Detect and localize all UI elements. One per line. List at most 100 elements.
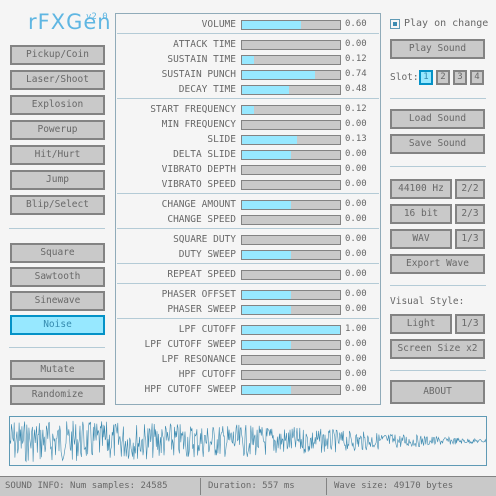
bit-depth-button[interactable]: 16 bit: [390, 204, 452, 224]
param-sustain-punch-row: SUSTAIN PUNCH 0.74: [116, 68, 380, 83]
param-value: 0.12: [345, 54, 367, 64]
generator-explosion-button[interactable]: Explosion: [10, 95, 105, 115]
sample-rate-toggle[interactable]: 2/2: [455, 179, 485, 199]
play-sound-button[interactable]: Play Sound: [390, 39, 485, 59]
export-wave-button[interactable]: Export Wave: [390, 254, 485, 274]
param-lpf-resonance-slider[interactable]: [241, 355, 341, 365]
param-vibrato-depth-slider[interactable]: [241, 165, 341, 175]
waveform-plot: [9, 420, 487, 463]
param-value: 0.00: [345, 214, 367, 224]
style-button[interactable]: Light: [390, 314, 452, 334]
param-phaser-sweep-row: PHASER SWEEP 0.00: [116, 303, 380, 318]
slot-1-button[interactable]: 1: [419, 70, 433, 85]
mutate-button[interactable]: Mutate: [10, 360, 105, 380]
format-button[interactable]: WAV: [390, 229, 452, 249]
param-change-speed-slider[interactable]: [241, 215, 341, 225]
param-value: 0.00: [345, 339, 367, 349]
param-hpf-cutoff-slider[interactable]: [241, 370, 341, 380]
screen-size-button[interactable]: Screen Size x2: [390, 339, 485, 359]
slider-fill: [242, 21, 301, 29]
generator-laser-shoot-button[interactable]: Laser/Shoot: [10, 70, 105, 90]
param-label: LPF CUTOFF: [178, 324, 236, 335]
slider-fill: [242, 106, 254, 114]
param-value: 0.00: [345, 249, 367, 259]
slider-fill: [242, 306, 291, 314]
slot-4-button[interactable]: 4: [470, 70, 484, 85]
param-min-frequency-slider[interactable]: [241, 120, 341, 130]
slider-fill: [242, 326, 340, 334]
load-sound-button[interactable]: Load Sound: [390, 109, 485, 129]
param-duty-sweep-slider[interactable]: [241, 250, 341, 260]
param-vibrato-speed-slider[interactable]: [241, 180, 341, 190]
param-label: SUSTAIN PUNCH: [161, 69, 236, 80]
param-value: 0.12: [345, 104, 367, 114]
param-slide-slider[interactable]: [241, 135, 341, 145]
param-label: MIN FREQUENCY: [161, 119, 236, 130]
param-min-frequency-row: MIN FREQUENCY 0.00: [116, 118, 380, 133]
param-lpf-resonance-row: LPF RESONANCE 0.00: [116, 353, 380, 368]
format-toggle[interactable]: 1/3: [455, 229, 485, 249]
slot-3-button[interactable]: 3: [453, 70, 467, 85]
param-decay-time-slider[interactable]: [241, 85, 341, 95]
slider-fill: [242, 386, 291, 394]
style-toggle[interactable]: 1/3: [455, 314, 485, 334]
slider-fill: [242, 56, 254, 64]
param-start-frequency-slider[interactable]: [241, 105, 341, 115]
param-attack-time-row: ATTACK TIME 0.00: [116, 38, 380, 53]
param-duty-sweep-row: DUTY SWEEP 0.00: [116, 248, 380, 263]
generator-jump-button[interactable]: Jump: [10, 170, 105, 190]
param-phaser-sweep-slider[interactable]: [241, 305, 341, 315]
waveform-sinewave-button[interactable]: Sinewave: [10, 291, 105, 311]
param-phaser-offset-row: PHASER OFFSET 0.00: [116, 288, 380, 303]
visual-style-label: Visual Style:: [390, 296, 465, 307]
generator-blip-select-button[interactable]: Blip/Select: [10, 195, 105, 215]
slot-2-button[interactable]: 2: [436, 70, 450, 85]
param-label: DECAY TIME: [178, 84, 236, 95]
param-sustain-punch-slider[interactable]: [241, 70, 341, 80]
bit-depth-toggle[interactable]: 2/3: [455, 204, 485, 224]
param-delta-slide-slider[interactable]: [241, 150, 341, 160]
slider-fill: [242, 291, 291, 299]
param-lpf-cutoff-slider[interactable]: [241, 325, 341, 335]
param-hpf-cutoff-sweep-slider[interactable]: [241, 385, 341, 395]
param-change-amount-row: CHANGE AMOUNT 0.00: [116, 198, 380, 213]
param-label: VOLUME: [201, 19, 236, 30]
param-change-amount-slider[interactable]: [241, 200, 341, 210]
param-label: VIBRATO DEPTH: [161, 164, 236, 175]
param-sustain-time-slider[interactable]: [241, 55, 341, 65]
param-label: SQUARE DUTY: [173, 234, 236, 245]
sample-rate-button[interactable]: 44100 Hz: [390, 179, 452, 199]
save-sound-button[interactable]: Save Sound: [390, 134, 485, 154]
status-duration: Duration: 557 ms: [208, 481, 295, 491]
param-value: 0.13: [345, 134, 367, 144]
generator-powerup-button[interactable]: Powerup: [10, 120, 105, 140]
param-phaser-offset-slider[interactable]: [241, 290, 341, 300]
param-label: PHASER SWEEP: [167, 304, 236, 315]
waveform-sawtooth-button[interactable]: Sawtooth: [10, 267, 105, 287]
param-value: 0.00: [345, 384, 367, 394]
waveform-noise-button[interactable]: Noise: [10, 315, 105, 335]
param-square-duty-slider[interactable]: [241, 235, 341, 245]
randomize-button[interactable]: Randomize: [10, 385, 105, 405]
param-lpf-cutoff-sweep-slider[interactable]: [241, 340, 341, 350]
separator: [390, 370, 486, 371]
param-vibrato-speed-row: VIBRATO SPEED 0.00: [116, 178, 380, 193]
play-on-change-checkbox[interactable]: [390, 19, 400, 29]
separator: [390, 285, 486, 286]
status-divider: [326, 478, 327, 495]
separator: [390, 98, 486, 99]
separator: [117, 228, 379, 229]
waveform-square-button[interactable]: Square: [10, 243, 105, 263]
generator-hit-hurt-button[interactable]: Hit/Hurt: [10, 145, 105, 165]
param-label: ATTACK TIME: [173, 39, 236, 50]
play-on-change-label: Play on change: [404, 18, 489, 29]
slider-fill: [242, 341, 291, 349]
param-volume-slider[interactable]: [241, 20, 341, 30]
param-attack-time-slider[interactable]: [241, 40, 341, 50]
app-version: v2.0: [86, 12, 108, 22]
waveform-display: [9, 416, 487, 466]
separator: [117, 193, 379, 194]
about-button[interactable]: ABOUT: [390, 380, 485, 404]
generator-pickup-coin-button[interactable]: Pickup/Coin: [10, 45, 105, 65]
param-repeat-speed-slider[interactable]: [241, 270, 341, 280]
